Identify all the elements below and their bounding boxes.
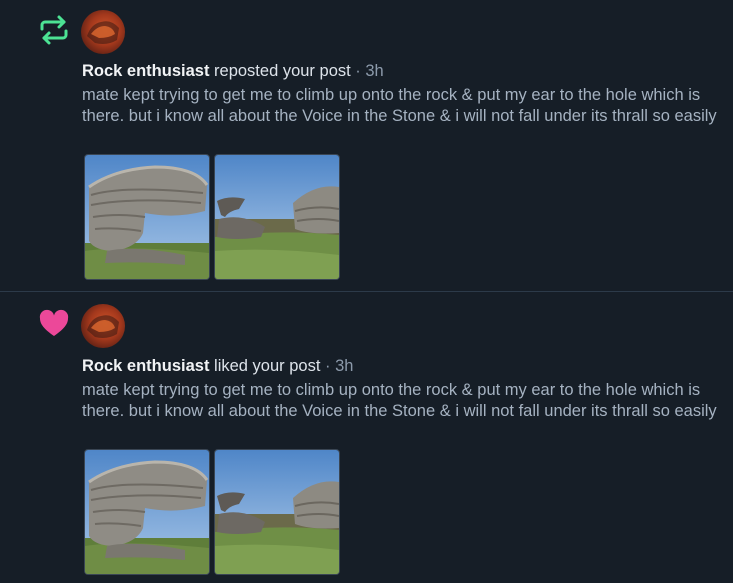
post-text: mate kept trying to get me to climb up o… <box>82 381 717 420</box>
avatar[interactable] <box>81 304 125 348</box>
timestamp: · 3h <box>350 62 384 80</box>
action-text: liked your post <box>209 357 321 375</box>
post-image[interactable] <box>84 449 210 575</box>
timestamp: · 3h <box>320 357 354 375</box>
author-name[interactable]: Rock enthusiast <box>82 62 209 80</box>
post-image[interactable] <box>84 154 210 280</box>
notification-repost[interactable]: Rock enthusiast reposted your post · 3h … <box>0 0 733 292</box>
repost-icon <box>40 15 68 45</box>
post-text: mate kept trying to get me to climb up o… <box>82 86 717 125</box>
notification-headline: Rock enthusiast reposted your post · 3h <box>82 62 384 81</box>
post-image[interactable] <box>214 449 340 575</box>
notifications-feed: Rock enthusiast reposted your post · 3h … <box>0 0 733 583</box>
notification-like[interactable]: Rock enthusiast liked your post · 3h mat… <box>0 292 733 583</box>
author-name[interactable]: Rock enthusiast <box>82 357 209 375</box>
action-text: reposted your post <box>209 62 351 80</box>
post-image[interactable] <box>214 154 340 280</box>
notification-headline: Rock enthusiast liked your post · 3h <box>82 357 353 376</box>
avatar[interactable] <box>81 10 125 54</box>
heart-icon <box>39 309 69 336</box>
